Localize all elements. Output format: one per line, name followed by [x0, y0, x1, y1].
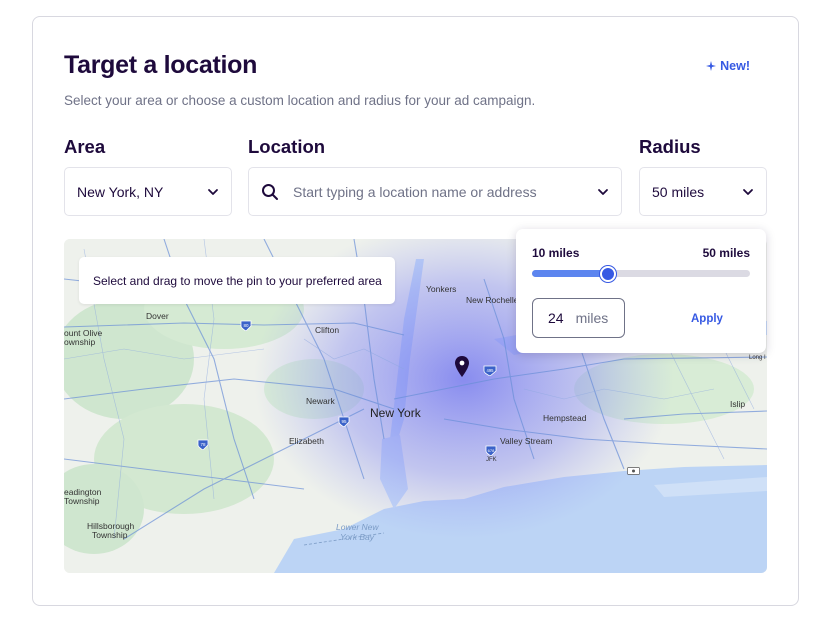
radius-popup: 10 miles 50 miles 24 miles Apply: [516, 229, 766, 353]
radius-select-value: 50 miles: [652, 183, 705, 200]
road-marker-icon: [627, 467, 640, 475]
map-label-new-york: New York: [370, 406, 421, 420]
map-label-york-bay: York Bay: [340, 532, 375, 542]
map-label-dover: Dover: [146, 311, 169, 321]
map-label-jfk: JFK: [486, 457, 497, 463]
search-icon: [262, 183, 278, 200]
sparkle-icon: [706, 61, 717, 71]
area-label: Area: [64, 136, 106, 157]
slider-fill: [532, 270, 609, 277]
map-label-township: Township: [64, 496, 100, 506]
location-pin-icon[interactable]: [455, 356, 469, 377]
map-label-elizabeth: Elizabeth: [289, 436, 324, 446]
map-label-township: Township: [92, 530, 128, 540]
slider-min-label: 10 miles: [532, 246, 580, 260]
miles-input-value: 24: [548, 310, 564, 326]
highway-shield-icon: 95: [338, 416, 350, 427]
shield-label: 78: [200, 442, 206, 447]
map-label-long-island: Long I: [749, 355, 766, 361]
chevron-down-icon: [208, 188, 218, 195]
map-instruction: Select and drag to move the pin to your …: [79, 257, 395, 304]
map-label-hempstead: Hempstead: [543, 413, 587, 423]
map-label-lower-ny-bay: Lower New: [336, 522, 379, 532]
location-placeholder: Start typing a location name or address: [293, 183, 537, 200]
miles-input-unit: miles: [575, 310, 609, 326]
location-search-input[interactable]: Start typing a location name or address: [248, 167, 622, 216]
map-label-township: ownship: [64, 337, 96, 347]
slider-thumb[interactable]: [600, 266, 617, 282]
highway-shield-icon: 80: [240, 320, 252, 331]
slider-max-label: 50 miles: [702, 246, 750, 260]
area-select[interactable]: New York, NY: [64, 167, 232, 216]
area-select-value: New York, NY: [77, 183, 164, 200]
map-label-valley-stream: Valley Stream: [500, 436, 553, 446]
radius-slider[interactable]: [532, 270, 750, 277]
page-subtitle: Select your area or choose a custom loca…: [64, 93, 536, 108]
chevron-down-icon: [598, 188, 608, 195]
map-label-yonkers: Yonkers: [426, 284, 457, 294]
location-label: Location: [248, 136, 326, 157]
shield-label: 495: [487, 368, 495, 373]
miles-input[interactable]: 24 miles: [532, 298, 625, 338]
chevron-down-icon: [743, 188, 753, 195]
highway-shield-icon: 678: [485, 445, 497, 456]
new-badge-label: New!: [720, 59, 750, 73]
radius-select[interactable]: 50 miles: [639, 167, 767, 216]
shield-label: 80: [243, 323, 249, 328]
highway-shield-icon: 78: [197, 439, 209, 450]
page-title: Target a location: [64, 51, 258, 79]
shield-label: 95: [341, 419, 347, 424]
map-label-islip: Islip: [730, 399, 746, 409]
map-label-clifton: Clifton: [315, 325, 340, 335]
shield-label: 678: [488, 448, 495, 453]
map-label-newark: Newark: [306, 396, 335, 406]
radius-label: Radius: [639, 136, 701, 157]
map-label-new-rochelle: New Rochelle: [466, 295, 519, 305]
new-badge: New!: [705, 59, 750, 73]
apply-button[interactable]: Apply: [691, 313, 723, 325]
highway-shield-icon: 495: [483, 365, 497, 376]
